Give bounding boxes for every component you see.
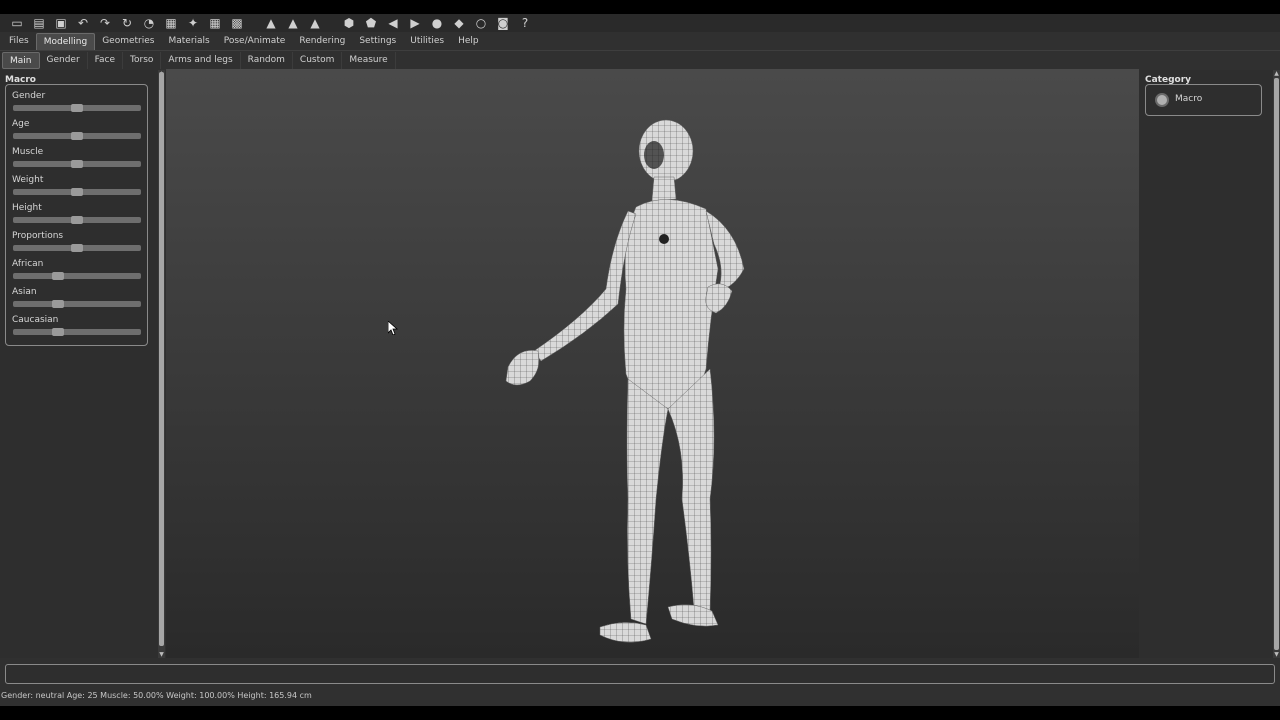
slider-label: Proportions bbox=[12, 231, 64, 241]
status-bar: Gender: neutral Age: 25 Muscle: 50.00% W… bbox=[1, 691, 312, 700]
new-file-icon[interactable]: ▭ bbox=[8, 15, 26, 31]
sub-tab-custom[interactable]: Custom bbox=[293, 51, 343, 69]
category-group: Macro bbox=[1145, 84, 1262, 116]
right-scrollbar[interactable]: ▲ ▼ bbox=[1273, 70, 1280, 658]
slider-track[interactable] bbox=[13, 328, 141, 336]
slider-track[interactable] bbox=[13, 160, 141, 168]
slider-handle[interactable] bbox=[52, 300, 64, 308]
help-icon[interactable]: ? bbox=[516, 15, 534, 31]
slider-handle[interactable] bbox=[71, 216, 83, 224]
slider-muscle: Muscle bbox=[12, 147, 142, 175]
reset-icon[interactable]: ↻ bbox=[118, 15, 136, 31]
left-scrollbar-thumb[interactable] bbox=[159, 72, 164, 646]
slider-handle[interactable] bbox=[71, 244, 83, 252]
macro-radio-label: Macro bbox=[1175, 94, 1203, 104]
export-icon[interactable]: ▣ bbox=[52, 15, 70, 31]
save-icon[interactable]: ▤ bbox=[30, 15, 48, 31]
menu-tab-geometries[interactable]: Geometries bbox=[95, 33, 161, 50]
menu-tab-modelling[interactable]: Modelling bbox=[35, 33, 96, 50]
slider-label: Muscle bbox=[12, 147, 44, 157]
slider-track[interactable] bbox=[13, 188, 141, 196]
sub-tab-face[interactable]: Face bbox=[88, 51, 124, 69]
slider-track[interactable] bbox=[13, 244, 141, 252]
slider-label: Age bbox=[12, 119, 30, 129]
slider-label: Weight bbox=[12, 175, 44, 185]
sub-tab-main[interactable]: Main bbox=[2, 51, 40, 69]
3d-viewport[interactable] bbox=[166, 69, 1139, 658]
slider-label: Height bbox=[12, 203, 42, 213]
shield-front-icon[interactable]: ⬢ bbox=[340, 15, 358, 31]
menu-tab-help[interactable]: Help bbox=[451, 33, 486, 50]
shield-right-icon[interactable]: ▶ bbox=[406, 15, 424, 31]
slider-label: Gender bbox=[12, 91, 46, 101]
menu-tab-pose-animate[interactable]: Pose/Animate bbox=[217, 33, 293, 50]
slider-track[interactable] bbox=[13, 272, 141, 280]
slider-handle[interactable] bbox=[71, 132, 83, 140]
sub-tab-random[interactable]: Random bbox=[241, 51, 293, 69]
macro-radio-button[interactable] bbox=[1155, 93, 1169, 107]
camera-icon[interactable]: ◙ bbox=[494, 15, 512, 31]
side-view-icon[interactable]: ▲ bbox=[284, 15, 302, 31]
application-window: ▭ ▤ ▣ ↶ ↷ ↻ ◔ ▦ ✦ ▦ ▩ ▲ ▲ ▲ ⬢ ⬟ ◀ ▶ ● ◆ … bbox=[0, 14, 1280, 706]
shield-left-icon[interactable]: ◀ bbox=[384, 15, 402, 31]
pose-icon[interactable]: ✦ bbox=[184, 15, 202, 31]
shield-back-icon[interactable]: ⬟ bbox=[362, 15, 380, 31]
left-scrollbar[interactable]: ▲ ▼ bbox=[158, 70, 165, 658]
left-panel: Macro Gender Age Muscle Weight Height Proport… bbox=[0, 70, 158, 658]
mouse-cursor-icon bbox=[388, 321, 398, 335]
checker-icon[interactable]: ▩ bbox=[228, 15, 246, 31]
redo-icon[interactable]: ↷ bbox=[96, 15, 114, 31]
shield-top-icon[interactable]: ◆ bbox=[450, 15, 468, 31]
right-panel: Category Macro bbox=[1139, 70, 1273, 658]
top-view-icon[interactable]: ▲ bbox=[306, 15, 324, 31]
sub-tab-gender[interactable]: Gender bbox=[40, 51, 88, 69]
slider-track[interactable] bbox=[13, 132, 141, 140]
circle-icon[interactable]: ○ bbox=[472, 15, 490, 31]
sub-tab-torso[interactable]: Torso bbox=[123, 51, 162, 69]
slider-height: Height bbox=[12, 203, 142, 231]
sphere-icon[interactable]: ● bbox=[428, 15, 446, 31]
macro-slider-group: Gender Age Muscle Weight Height Proportions Af… bbox=[5, 84, 148, 346]
menu-tab-utilities[interactable]: Utilities bbox=[403, 33, 451, 50]
undo-icon[interactable]: ↶ bbox=[74, 15, 92, 31]
slider-handle[interactable] bbox=[71, 104, 83, 112]
grid-icon[interactable]: ▦ bbox=[206, 15, 224, 31]
sub-tabs: Main Gender Face Torso Arms and legs Random Cu… bbox=[0, 51, 1280, 69]
scroll-up-icon[interactable]: ▲ bbox=[1273, 70, 1280, 77]
slider-handle[interactable] bbox=[71, 160, 83, 168]
slider-handle[interactable] bbox=[52, 272, 64, 280]
main-menu-tabs: Files Modelling Geometries Materials Pose/An… bbox=[0, 32, 1280, 51]
slider-track[interactable] bbox=[13, 104, 141, 112]
front-view-icon[interactable]: ▲ bbox=[262, 15, 280, 31]
slider-label: Caucasian bbox=[12, 315, 59, 325]
command-input[interactable] bbox=[5, 664, 1275, 684]
menu-tab-rendering[interactable]: Rendering bbox=[292, 33, 352, 50]
slider-handle[interactable] bbox=[52, 328, 64, 336]
toolbar: ▭ ▤ ▣ ↶ ↷ ↻ ◔ ▦ ✦ ▦ ▩ ▲ ▲ ▲ ⬢ ⬟ ◀ ▶ ● ◆ … bbox=[0, 14, 1280, 32]
slider-track[interactable] bbox=[13, 300, 141, 308]
slider-caucasian: Caucasian bbox=[12, 315, 142, 343]
menu-tab-settings[interactable]: Settings bbox=[352, 33, 403, 50]
slider-label: African bbox=[12, 259, 44, 269]
wireframe-icon[interactable]: ▦ bbox=[162, 15, 180, 31]
slider-handle[interactable] bbox=[71, 188, 83, 196]
slider-track[interactable] bbox=[13, 216, 141, 224]
slider-label: Asian bbox=[12, 287, 37, 297]
slider-proportions: Proportions bbox=[12, 231, 142, 259]
smooth-icon[interactable]: ◔ bbox=[140, 15, 158, 31]
slider-gender: Gender bbox=[12, 91, 142, 119]
slider-age: Age bbox=[12, 119, 142, 147]
menu-tab-files[interactable]: Files bbox=[2, 33, 36, 50]
scroll-down-icon[interactable]: ▼ bbox=[1273, 651, 1280, 658]
slider-african: African bbox=[12, 259, 142, 287]
menu-tab-materials[interactable]: Materials bbox=[161, 33, 216, 50]
sub-tab-measure[interactable]: Measure bbox=[342, 51, 396, 69]
sub-tab-arms-and-legs[interactable]: Arms and legs bbox=[161, 51, 241, 69]
human-model[interactable] bbox=[496, 119, 756, 649]
slider-asian: Asian bbox=[12, 287, 142, 315]
slider-weight: Weight bbox=[12, 175, 142, 203]
right-scrollbar-thumb[interactable] bbox=[1274, 78, 1279, 650]
scroll-down-icon[interactable]: ▼ bbox=[158, 651, 165, 658]
